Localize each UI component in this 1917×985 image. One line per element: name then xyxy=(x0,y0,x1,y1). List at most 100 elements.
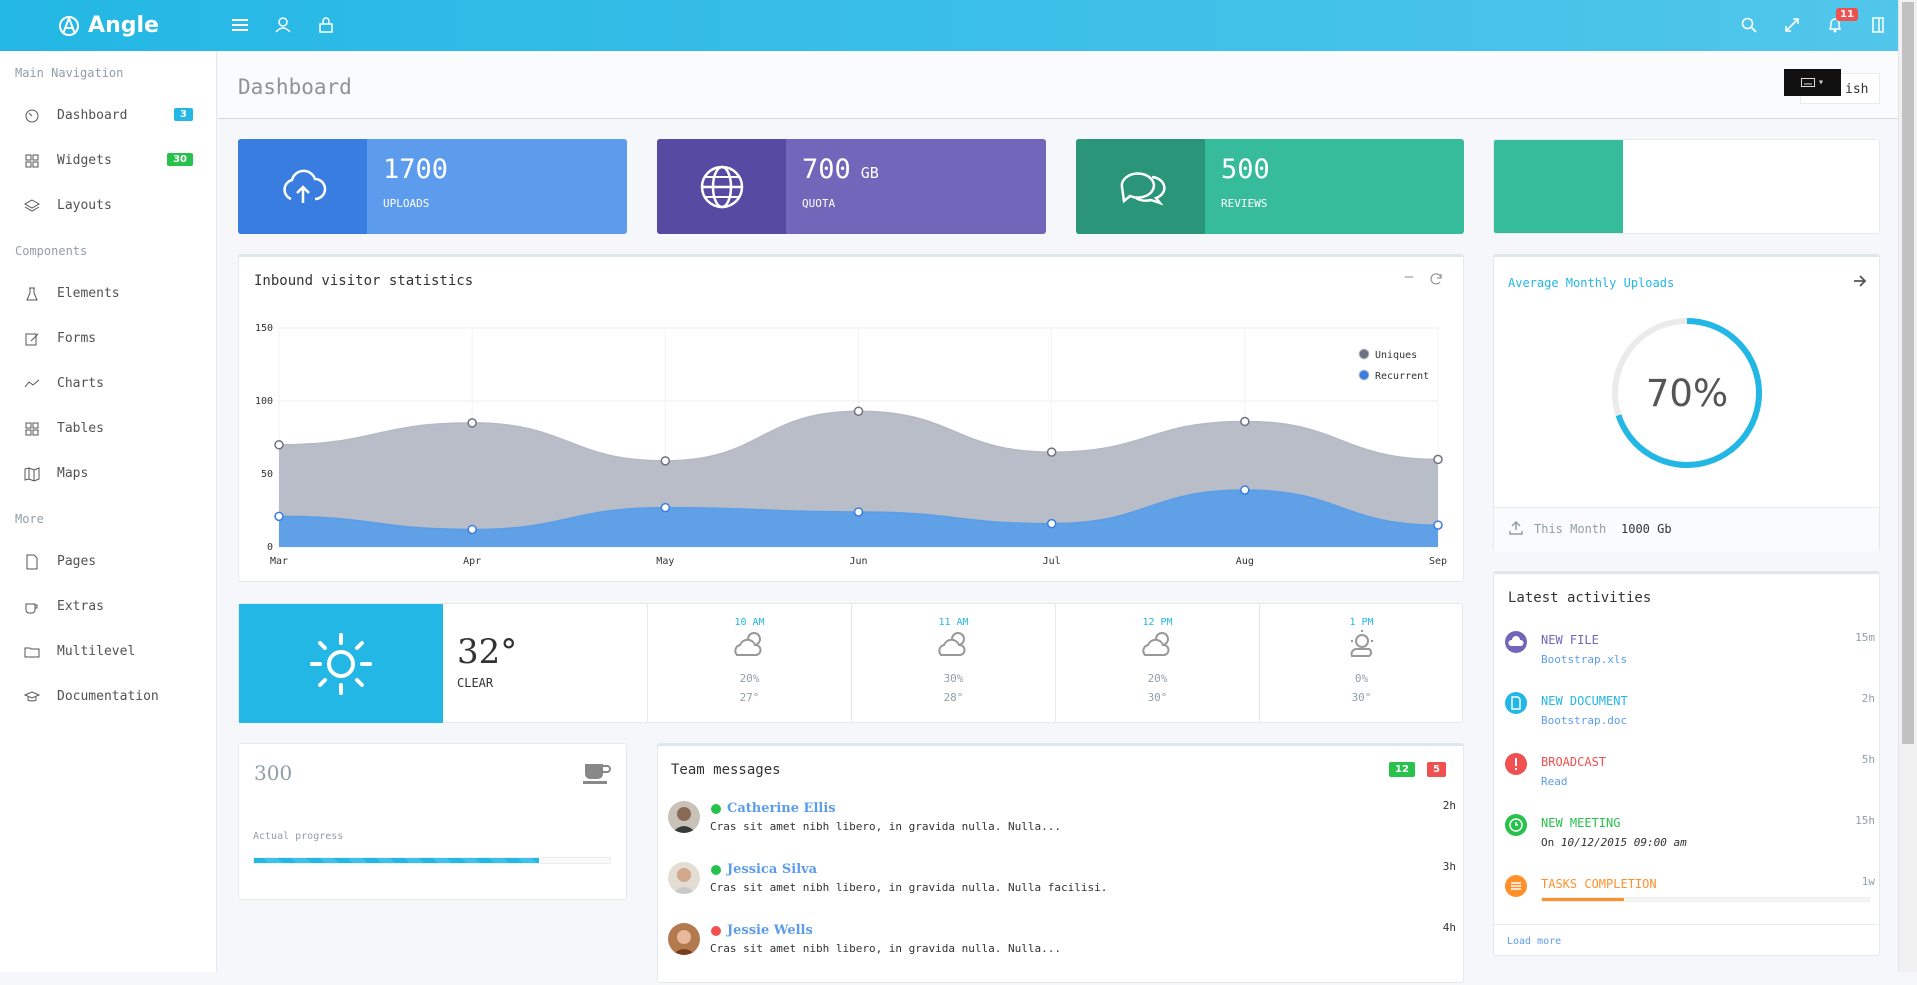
sidebar-item-tables[interactable]: Tables xyxy=(0,411,217,447)
progress-fill xyxy=(254,858,539,863)
message-text: Cras sit amet nibh libero, in gravida nu… xyxy=(710,881,1108,894)
message-author[interactable]: Catherine Ellis xyxy=(727,801,836,816)
map-icon xyxy=(24,467,40,482)
activity-title: TASKS COMPLETION xyxy=(1541,877,1657,891)
weather-hour-time: 11 AM xyxy=(938,617,969,628)
page-scrollbar[interactable] xyxy=(1898,0,1917,972)
sidebar-item-elements[interactable]: Elements xyxy=(0,276,217,312)
scrollbar-thumb[interactable] xyxy=(1902,2,1914,744)
legend-marker xyxy=(1358,369,1370,381)
user-icon[interactable] xyxy=(271,13,295,37)
content-heading: Dashboard ish ▾ xyxy=(218,51,1898,119)
partly-cloudy-icon xyxy=(733,632,762,656)
dashboard-badge: 3 xyxy=(174,108,193,121)
weather-hour: 12 PM 20% 30° xyxy=(1055,604,1259,723)
data-point xyxy=(853,406,864,416)
keyboard-overlay[interactable]: ▾ xyxy=(1784,69,1841,96)
data-point xyxy=(660,456,671,466)
y-tick-label: 100 xyxy=(255,396,273,407)
exclamation-icon xyxy=(1505,753,1527,775)
progress-label: Actual progress xyxy=(253,831,344,842)
data-point xyxy=(1240,416,1250,427)
stat-label: QUOTA xyxy=(802,197,836,210)
arrow-right-icon[interactable] xyxy=(1853,274,1867,288)
document-icon xyxy=(1505,692,1527,714)
stat-icon-box xyxy=(657,139,786,234)
angle-logo-icon xyxy=(59,15,80,36)
weather-hour-temp: 28° xyxy=(943,691,964,704)
activity-sub: 10/12/2015 09:00 am xyxy=(1560,836,1687,849)
activity-sub[interactable]: Read xyxy=(1541,775,1568,788)
weather-widget: 32° CLEAR 10 AM 20% 27° 11 AM 30% 28° 12… xyxy=(238,603,1463,723)
activity-sub[interactable]: Bootstrap.xls xyxy=(1541,653,1627,666)
message-item[interactable]: Catherine Ellis Cras sit amet nibh liber… xyxy=(668,799,1466,863)
sidebar-item-layouts[interactable]: Layouts xyxy=(0,188,217,224)
stat-label: UPLOADS xyxy=(383,197,430,210)
avatar xyxy=(668,923,700,955)
visitor-chart: 0 50 100 150 Mar Apr May Jun Jul Aug Sep Uniques Rec… xyxy=(255,323,1447,567)
folder-icon xyxy=(24,647,40,658)
activity-item[interactable]: TASKS COMPLETION 1w xyxy=(1505,875,1875,905)
stat-value: 1700 xyxy=(383,154,449,185)
activity-title: NEW MEETING xyxy=(1541,816,1621,830)
brand-logo[interactable]: Angle xyxy=(0,0,217,51)
activity-item[interactable]: NEW FILE Bootstrap.xls 15m xyxy=(1505,631,1875,689)
activity-sub[interactable]: Bootstrap.doc xyxy=(1541,714,1627,727)
stat-value: 700 xyxy=(802,154,851,185)
activity-time: 15m xyxy=(1855,631,1875,644)
message-time: 2h xyxy=(1442,799,1456,812)
activity-title: NEW FILE xyxy=(1541,633,1599,647)
data-point xyxy=(467,524,477,535)
sidebar-item-pages[interactable]: Pages xyxy=(0,544,217,580)
activities-footer: Load more xyxy=(1493,924,1880,956)
activity-title: NEW DOCUMENT xyxy=(1541,694,1628,708)
x-tick-label: May xyxy=(656,556,674,567)
activity-time: 15h xyxy=(1855,814,1875,827)
coffee-cup-icon xyxy=(583,764,611,784)
message-item[interactable]: Jessie Wells Cras sit amet nibh libero, … xyxy=(668,921,1466,985)
fullscreen-icon[interactable] xyxy=(1780,13,1804,37)
data-point xyxy=(1433,520,1443,530)
sidebar-item-multilevel[interactable]: Multilevel xyxy=(0,634,217,670)
activity-time: 5h xyxy=(1861,753,1875,766)
graph-icon xyxy=(24,379,40,388)
message-text: Cras sit amet nibh libero, in gravida nu… xyxy=(710,820,1061,833)
sidebar-item-widgets[interactable]: Widgets 30 xyxy=(0,143,217,179)
menu-toggle-icon[interactable] xyxy=(228,13,252,37)
footer-label: This Month xyxy=(1534,522,1607,536)
weather-hour: 11 AM 30% 28° xyxy=(851,604,1055,723)
activity-item[interactable]: BROADCAST Read 5h xyxy=(1505,753,1875,811)
nav-heading-main: Main Navigation xyxy=(15,66,124,80)
weather-condition: CLEAR xyxy=(457,676,494,690)
weather-hour-temp: 30° xyxy=(1147,691,1168,704)
sidebar-item-charts[interactable]: Charts xyxy=(0,366,217,402)
lock-icon[interactable] xyxy=(314,13,338,37)
activity-title: BROADCAST xyxy=(1541,755,1607,769)
search-icon[interactable] xyxy=(1737,13,1761,37)
activity-item[interactable]: NEW MEETING On 10/12/2015 09:00 am 15h xyxy=(1505,814,1875,872)
message-author[interactable]: Jessie Wells xyxy=(727,923,813,938)
sidebar-item-documentation[interactable]: Documentation xyxy=(0,679,217,715)
message-item[interactable]: Jessica Silva Cras sit amet nibh libero,… xyxy=(668,860,1466,924)
activity-item[interactable]: NEW DOCUMENT Bootstrap.doc 2h xyxy=(1505,692,1875,750)
grid-icon xyxy=(25,154,39,168)
speedometer-icon xyxy=(25,109,39,123)
load-more-link[interactable]: Load more xyxy=(1507,936,1561,947)
sun-icon xyxy=(310,632,372,695)
bubbles-icon xyxy=(1120,171,1166,206)
sidebar-item-maps[interactable]: Maps xyxy=(0,456,217,492)
sidebar-item-dashboard[interactable]: Dashboard 3 xyxy=(0,98,217,134)
nav-heading-components: Components xyxy=(15,244,88,258)
sidebar-item-extras[interactable]: Extras xyxy=(0,589,217,625)
sidebar-item-label: Documentation xyxy=(57,689,159,704)
weather-hour-pct: 20% xyxy=(1147,672,1168,685)
offsidebar-toggle-icon[interactable] xyxy=(1866,13,1890,37)
cloud-upload-icon xyxy=(282,169,326,203)
data-point xyxy=(1046,518,1057,529)
data-point xyxy=(467,418,477,428)
message-author[interactable]: Jessica Silva xyxy=(727,862,817,877)
status-dot xyxy=(711,804,721,814)
weather-hour-time: 12 PM xyxy=(1142,617,1173,628)
sidebar-item-forms[interactable]: Forms xyxy=(0,321,217,357)
weather-hour-time: 1 PM xyxy=(1349,617,1374,628)
